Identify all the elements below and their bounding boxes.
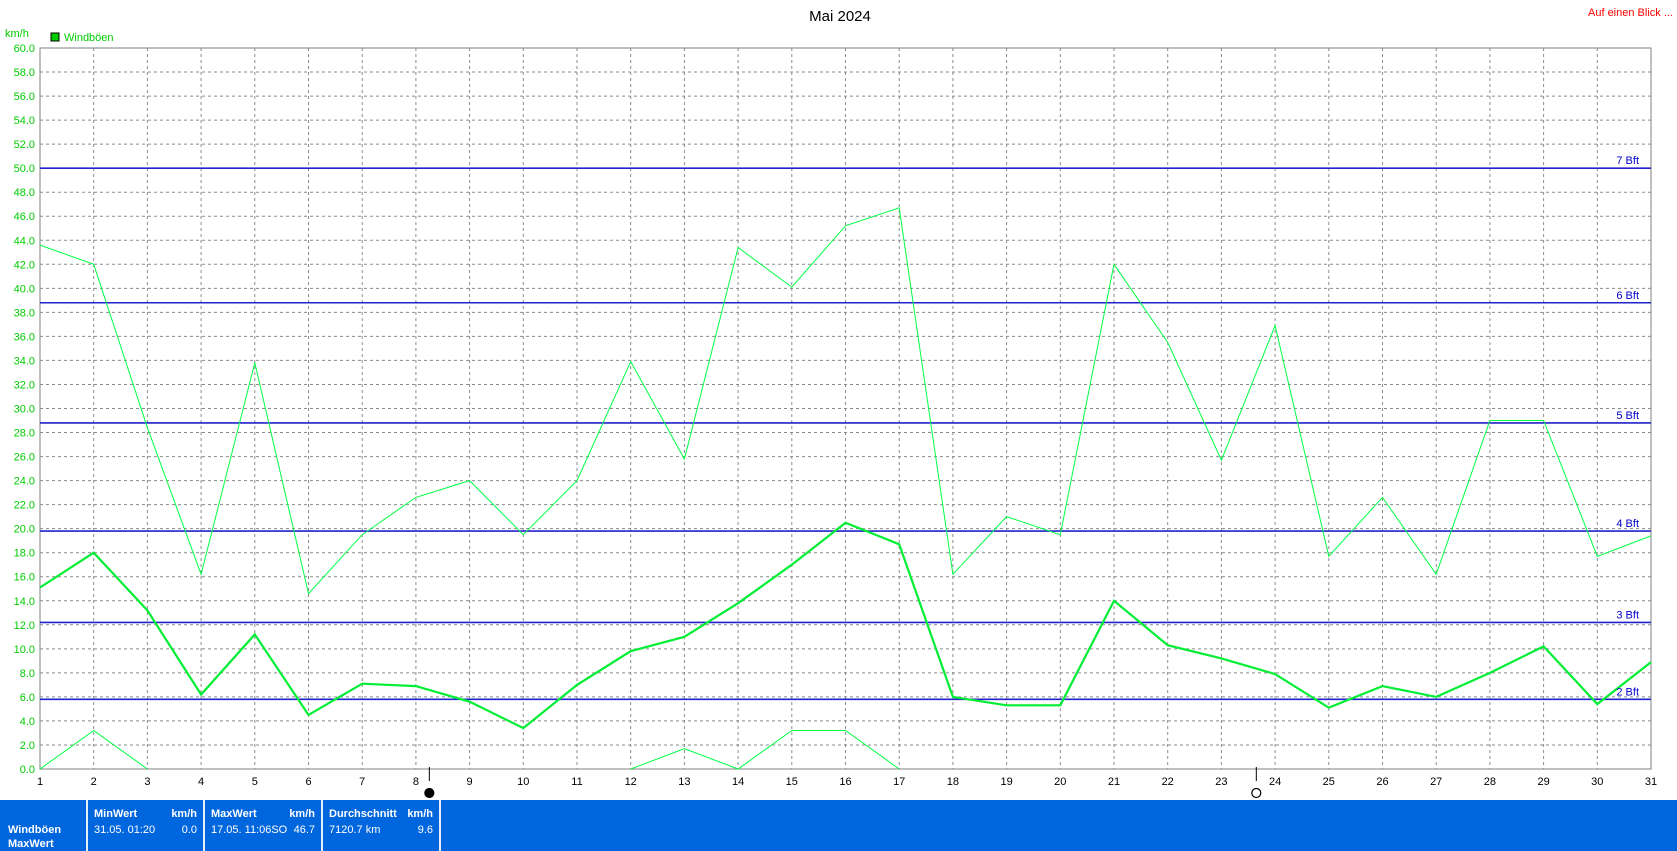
y-tick-label: 0.0 bbox=[20, 764, 35, 776]
x-tick-label: 10 bbox=[517, 776, 529, 788]
y-tick-label: 2.0 bbox=[20, 740, 35, 752]
x-tick-label: 14 bbox=[732, 776, 744, 788]
stat-avg-header: Durchschnitt bbox=[329, 808, 397, 820]
y-tick-label: 50.0 bbox=[14, 163, 35, 175]
x-tick-label: 15 bbox=[786, 776, 798, 788]
stat-min-time: 31.05. 01:20 bbox=[94, 824, 156, 836]
chart: Mai 2024 Auf einen Blick ... km/h Windbö… bbox=[5, 7, 1673, 799]
stat-min-unit: km/h bbox=[171, 808, 197, 820]
y-tick-label: 6.0 bbox=[20, 692, 35, 704]
x-tick-label: 3 bbox=[144, 776, 150, 788]
y-tick-label: 34.0 bbox=[14, 355, 35, 367]
y-tick-label: 60.0 bbox=[14, 43, 35, 55]
y-axis-unit: km/h bbox=[5, 28, 29, 40]
y-tick-label: 52.0 bbox=[14, 139, 35, 151]
y-tick-label: 26.0 bbox=[14, 452, 35, 464]
row-label-maxwert: MaxWert bbox=[8, 838, 54, 850]
row-label-windboeen: Windböen bbox=[8, 824, 62, 836]
y-tick-label: 56.0 bbox=[14, 91, 35, 103]
y-tick-label: 32.0 bbox=[14, 379, 35, 391]
x-tick-label: 13 bbox=[678, 776, 690, 788]
x-tick-label: 26 bbox=[1376, 776, 1388, 788]
y-tick-label: 40.0 bbox=[14, 283, 35, 295]
bft-label: 3 Bft bbox=[1616, 609, 1639, 621]
y-tick-label: 8.0 bbox=[20, 668, 35, 680]
y-tick-label: 54.0 bbox=[14, 115, 35, 127]
bft-label: 4 Bft bbox=[1616, 518, 1639, 530]
y-tick-label: 58.0 bbox=[14, 67, 35, 79]
x-tick-label: 31 bbox=[1645, 776, 1657, 788]
x-tick-label: 5 bbox=[252, 776, 258, 788]
y-tick-label: 12.0 bbox=[14, 620, 35, 632]
x-tick-label: 22 bbox=[1162, 776, 1174, 788]
stat-max-unit: km/h bbox=[289, 808, 315, 820]
y-tick-label: 24.0 bbox=[14, 476, 35, 488]
x-tick-label: 18 bbox=[947, 776, 959, 788]
moon-full-icon bbox=[424, 787, 435, 799]
y-tick-label: 22.0 bbox=[14, 500, 35, 512]
stat-max-value: 46.7 bbox=[293, 824, 315, 836]
stat-avg: Durchschnitt km/h 7120.7 km 9.6 bbox=[323, 800, 441, 851]
x-tick-label: 11 bbox=[571, 776, 582, 788]
y-tick-label: 20.0 bbox=[14, 524, 35, 536]
x-tick-label: 4 bbox=[198, 776, 204, 788]
x-tick-label: 19 bbox=[1000, 776, 1012, 788]
y-tick-label: 38.0 bbox=[14, 307, 35, 319]
x-tick-label: 29 bbox=[1537, 776, 1549, 788]
bft-label: 2 Bft bbox=[1616, 686, 1639, 698]
stat-max: MaxWert km/h 17.05. 11:06SO 46.7 bbox=[205, 800, 323, 851]
y-tick-label: 42.0 bbox=[14, 259, 35, 271]
y-tick-label: 46.0 bbox=[14, 211, 35, 223]
x-tick-label: 6 bbox=[305, 776, 311, 788]
legend-swatch bbox=[50, 32, 60, 42]
y-tick-label: 30.0 bbox=[14, 404, 35, 416]
y-tick-label: 48.0 bbox=[14, 187, 35, 199]
y-tick-label: 36.0 bbox=[14, 331, 35, 343]
stat-min-value: 0.0 bbox=[181, 824, 197, 836]
x-tick-label: 17 bbox=[893, 776, 905, 788]
stat-avg-unit: km/h bbox=[407, 808, 433, 820]
bft-label: 6 Bft bbox=[1616, 290, 1639, 302]
legend-label: Windböen bbox=[64, 32, 114, 44]
y-tick-label: 28.0 bbox=[14, 428, 35, 440]
x-tick-label: 2 bbox=[91, 776, 97, 788]
x-tick-label: 21 bbox=[1108, 776, 1120, 788]
y-tick-label: 10.0 bbox=[14, 644, 35, 656]
y-tick-label: 18.0 bbox=[14, 548, 35, 560]
x-tick-label: 20 bbox=[1054, 776, 1066, 788]
stat-avg-value: 9.6 bbox=[417, 824, 433, 836]
x-tick-label: 24 bbox=[1269, 776, 1281, 788]
chart-title: Mai 2024 bbox=[809, 8, 871, 25]
x-tick-label: 16 bbox=[839, 776, 851, 788]
x-tick-label: 8 bbox=[413, 776, 419, 788]
y-tick-label: 44.0 bbox=[14, 235, 35, 247]
stat-max-header: MaxWert bbox=[211, 808, 257, 820]
overview-link[interactable]: Auf einen Blick ... bbox=[1588, 7, 1673, 19]
x-tick-label: 12 bbox=[625, 776, 637, 788]
bft-label: 5 Bft bbox=[1616, 410, 1639, 422]
stat-max-time: 17.05. 11:06SO bbox=[211, 824, 288, 836]
x-tick-label: 9 bbox=[467, 776, 473, 788]
x-tick-label: 30 bbox=[1591, 776, 1603, 788]
bft-label: 7 Bft bbox=[1616, 155, 1639, 167]
x-tick-label: 7 bbox=[359, 776, 365, 788]
stat-min-header: MinWert bbox=[94, 808, 138, 820]
x-tick-label: 27 bbox=[1430, 776, 1442, 788]
y-tick-label: 4.0 bbox=[20, 716, 35, 728]
x-tick-label: 25 bbox=[1323, 776, 1335, 788]
stats-panel: Windböen MaxWert MinWert km/h 31.05. 01:… bbox=[0, 800, 1677, 851]
x-tick-label: 1 bbox=[37, 776, 43, 788]
x-tick-label: 28 bbox=[1484, 776, 1496, 788]
stats-row-labels: Windböen MaxWert bbox=[0, 800, 88, 851]
stat-avg-time: 7120.7 km bbox=[329, 824, 381, 836]
x-tick-label: 23 bbox=[1215, 776, 1227, 788]
y-tick-label: 16.0 bbox=[14, 572, 35, 584]
stat-min: MinWert km/h 31.05. 01:20 0.0 bbox=[88, 800, 205, 851]
y-tick-label: 14.0 bbox=[14, 596, 35, 608]
moon-new-icon bbox=[1251, 787, 1262, 799]
